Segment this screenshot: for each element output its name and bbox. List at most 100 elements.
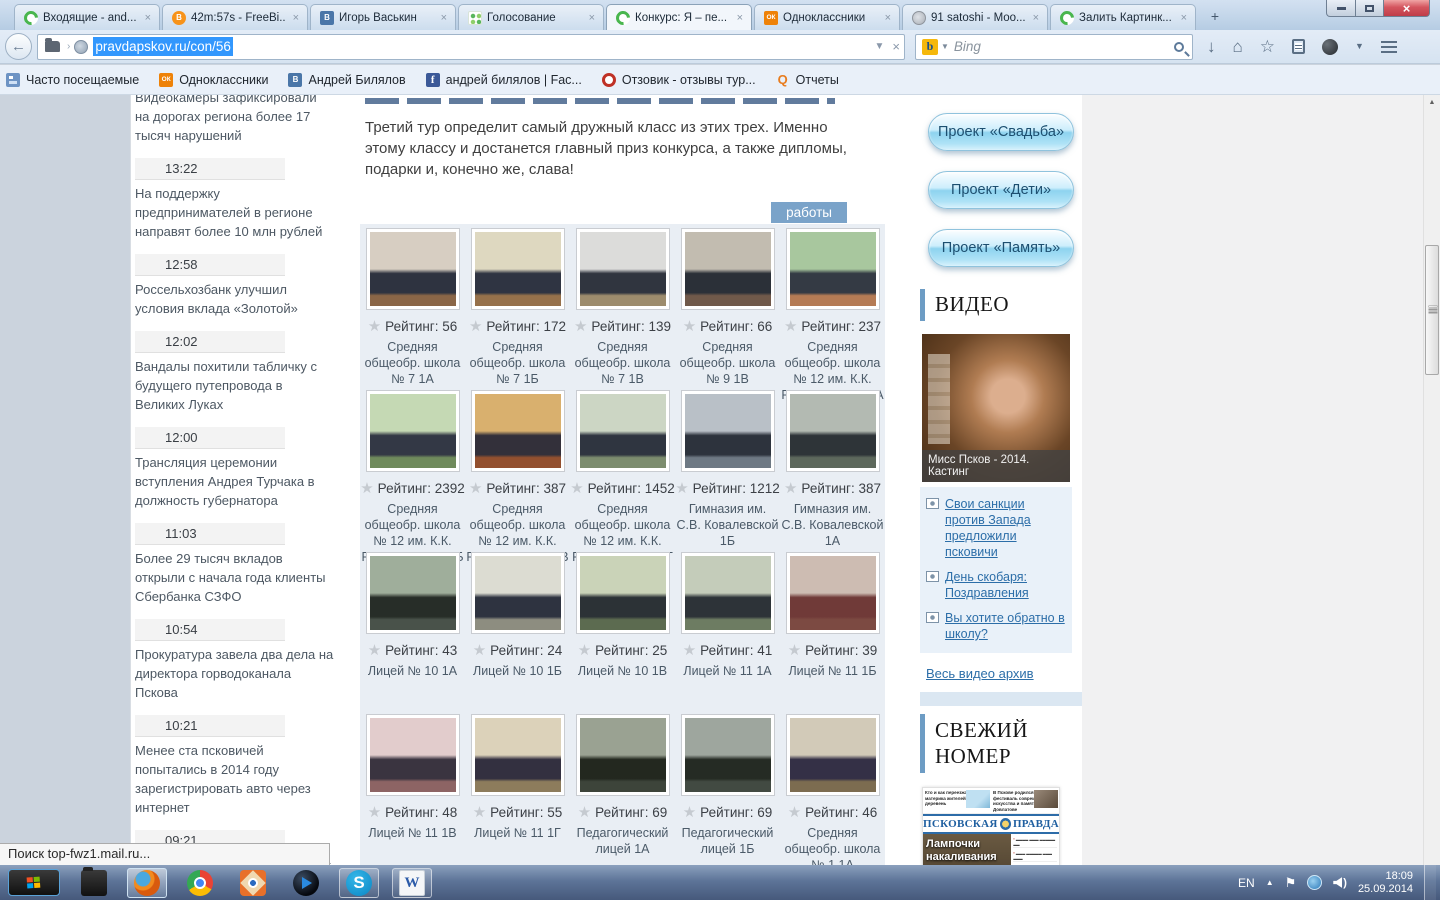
entry-school-link[interactable]: Средняя общеобр. школа № 7 1В: [570, 339, 675, 387]
bookmark-reports[interactable]: Q Отчеты: [776, 72, 839, 87]
scroll-up-arrow[interactable]: ▲: [1424, 95, 1440, 111]
volume-icon[interactable]: ): [1333, 877, 1347, 889]
bookmark-folder-icon[interactable]: [45, 38, 60, 52]
entry-photo[interactable]: [785, 714, 880, 796]
site-globe-icon[interactable]: [74, 39, 89, 54]
entry-photo[interactable]: [365, 714, 460, 796]
project-memory-button[interactable]: Проект «Память»: [928, 229, 1074, 267]
entry-photo[interactable]: [470, 390, 565, 472]
rating-star-icon[interactable]: ★: [683, 804, 696, 821]
rating-star-icon[interactable]: ★: [368, 804, 381, 821]
tab-close-icon[interactable]: ×: [439, 12, 449, 24]
bookmark-facebook[interactable]: f андрей билялов | Fac...: [425, 72, 582, 87]
rating-star-icon[interactable]: ★: [578, 642, 591, 659]
entry-photo[interactable]: [575, 228, 670, 310]
url-dropdown-icon[interactable]: ▼: [875, 41, 885, 52]
entry-photo[interactable]: [785, 228, 880, 310]
entry-school-link[interactable]: Лицей № 11 1Б: [780, 663, 885, 679]
entry-photo[interactable]: [575, 714, 670, 796]
entry-photo[interactable]: [680, 228, 775, 310]
entry-school-link[interactable]: Лицей № 10 1В: [570, 663, 675, 679]
entry-photo[interactable]: [575, 552, 670, 634]
entry-school-link[interactable]: Лицей № 11 1В: [360, 825, 465, 841]
video-link[interactable]: Вы хотите обратно в школу?: [945, 610, 1066, 642]
entry-photo[interactable]: [785, 390, 880, 472]
entry-photo[interactable]: [680, 552, 775, 634]
entry-school-link[interactable]: Средняя общеобр. школа № 1 1А: [780, 825, 885, 865]
taskbar-firefox-app[interactable]: [127, 867, 167, 898]
tab-close-icon[interactable]: ×: [883, 12, 893, 24]
tab-contest-active[interactable]: Конкурс: Я – пе... ×: [606, 4, 752, 30]
menu-icon[interactable]: [1380, 40, 1397, 43]
url-clear-icon[interactable]: ×: [892, 39, 900, 54]
show-desktop-button[interactable]: [1424, 865, 1436, 900]
new-tab-button[interactable]: +: [1202, 7, 1228, 27]
tab-moonbitcoin[interactable]: 91 satoshi - Moo... ×: [902, 4, 1048, 30]
entry-photo[interactable]: [470, 552, 565, 634]
rating-star-icon[interactable]: ★: [578, 804, 591, 821]
search-box[interactable]: b ▼ Bing: [915, 33, 1193, 60]
entry-school-link[interactable]: Лицей № 10 1А: [360, 663, 465, 679]
bookmarks-menu-icon[interactable]: [1292, 39, 1306, 54]
tab-close-icon[interactable]: ×: [143, 12, 153, 24]
news-link[interactable]: Прокуратура завела два дела на директора…: [135, 645, 334, 702]
entry-school-link[interactable]: Педагогический лицей 1А: [570, 825, 675, 857]
search-engine-caret-icon[interactable]: ▼: [941, 42, 949, 51]
news-link[interactable]: Вандалы похитили табличку с будущего пут…: [135, 357, 334, 414]
project-children-button[interactable]: Проект «Дети»: [928, 171, 1074, 209]
window-close-button[interactable]: ×: [1384, 0, 1430, 17]
url-text-selected[interactable]: pravdapskov.ru/con/56: [93, 37, 233, 56]
rating-star-icon[interactable]: ★: [784, 318, 797, 335]
tab-inbox[interactable]: Входящие - and... ×: [14, 4, 160, 30]
entry-photo[interactable]: [785, 552, 880, 634]
taskbar-folder-app[interactable]: [74, 866, 114, 898]
news-link[interactable]: Россельхозбанк улучшил условия вклада «З…: [135, 280, 334, 318]
video-thumbnail[interactable]: Мисс Псков - 2014. Кастинг: [922, 334, 1070, 482]
url-bar[interactable]: › pravdapskov.ru/con/56 ▼ ×: [37, 33, 905, 60]
action-center-flag-icon[interactable]: ⚑: [1285, 875, 1297, 891]
entry-photo[interactable]: [470, 714, 565, 796]
downloadhelper-icon[interactable]: [1322, 38, 1339, 55]
video-link[interactable]: День скобаря: Поздравления: [945, 569, 1066, 601]
scrollbar-thumb[interactable]: [1425, 245, 1439, 375]
network-icon[interactable]: [1307, 875, 1323, 890]
entry-school-link[interactable]: Средняя общеобр. школа № 7 1А: [360, 339, 465, 387]
news-link[interactable]: На поддержку предпринимателей в регионе …: [135, 184, 334, 241]
tray-expand-icon[interactable]: ▲: [1266, 878, 1274, 887]
taskbar-skype-app[interactable]: S: [339, 867, 379, 898]
rating-star-icon[interactable]: ★: [683, 642, 696, 659]
entry-photo[interactable]: [365, 552, 460, 634]
tab-close-icon[interactable]: ×: [587, 12, 597, 24]
rating-star-icon[interactable]: ★: [368, 318, 381, 335]
back-button[interactable]: ←: [5, 33, 32, 60]
taskbar-mediaplayer-app[interactable]: [286, 868, 326, 898]
entry-school-link[interactable]: Гимназия им. С.В. Ковалевской 1Б: [675, 501, 780, 549]
rating-star-icon[interactable]: ★: [788, 642, 801, 659]
rating-star-icon[interactable]: ★: [473, 642, 486, 659]
entry-photo[interactable]: [365, 390, 460, 472]
news-link[interactable]: Трансляция церемонии вступления Андрея Т…: [135, 453, 334, 510]
entry-school-link[interactable]: Средняя общеобр. школа № 7 1Б: [465, 339, 570, 387]
rating-star-icon[interactable]: ★: [473, 804, 486, 821]
bookmark-star-icon[interactable]: ☆: [1260, 38, 1275, 55]
tab-vk-profile[interactable]: В Игорь Васькин ×: [310, 4, 456, 30]
window-minimize-button[interactable]: [1326, 0, 1356, 17]
entry-school-link[interactable]: Педагогический лицей 1Б: [675, 825, 780, 857]
toolbar-dropdown-icon[interactable]: ▼: [1355, 42, 1364, 51]
downloads-icon[interactable]: ↓: [1207, 38, 1216, 55]
page-scrollbar[interactable]: ▲: [1423, 95, 1440, 865]
tab-voting[interactable]: Голосование ×: [458, 4, 604, 30]
news-link[interactable]: Более 29 тысяч вкладов открыли с начала …: [135, 549, 334, 606]
bookmark-frequent[interactable]: Часто посещаемые: [6, 72, 139, 87]
news-link[interactable]: Видеокамеры зафиксировали на дорогах рег…: [135, 95, 334, 145]
entry-photo[interactable]: [575, 390, 670, 472]
tab-upload-image[interactable]: Залить Картинк... ×: [1050, 4, 1196, 30]
tab-close-icon[interactable]: ×: [735, 12, 745, 24]
rating-star-icon[interactable]: ★: [784, 480, 797, 497]
tab-close-icon[interactable]: ×: [1179, 12, 1189, 24]
start-button[interactable]: [8, 869, 60, 896]
rating-star-icon[interactable]: ★: [360, 480, 373, 497]
news-link[interactable]: Менее ста псковичей попытались в 2014 го…: [135, 741, 334, 817]
entry-photo[interactable]: [680, 390, 775, 472]
bookmark-odnoklassniki[interactable]: ОК Одноклассники: [159, 72, 268, 87]
